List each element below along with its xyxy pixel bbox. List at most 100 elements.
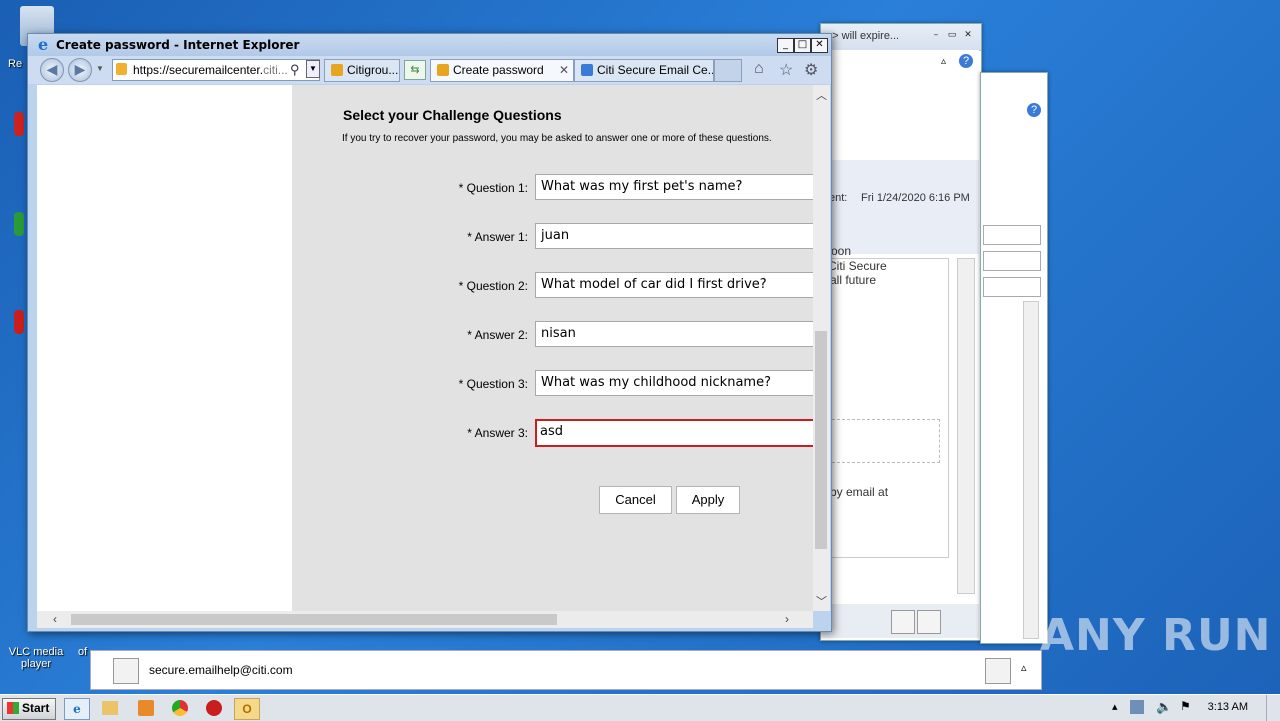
show-desktop-button[interactable] — [1266, 695, 1280, 721]
address-bar[interactable]: https://securemailcenter.citi... — [112, 59, 320, 81]
network-icon[interactable] — [1130, 700, 1144, 714]
new-tab-button[interactable] — [714, 59, 742, 82]
tab-label: Create password — [453, 63, 544, 77]
search-icon[interactable]: ⚲ — [290, 62, 300, 78]
media-player-taskbar-icon[interactable] — [138, 700, 154, 716]
tab-citi-secure[interactable]: Citi Secure Email Ce... — [574, 59, 714, 82]
address-url-dim: citi... — [263, 63, 288, 77]
ie-page-icon — [581, 64, 593, 76]
ie-taskbar-icon[interactable]: e — [64, 698, 90, 720]
contact-avatar[interactable] — [891, 610, 915, 634]
apply-button[interactable]: Apply — [676, 486, 740, 514]
body-line-1: Citi Secure — [828, 259, 887, 273]
outlook-title-snippet: m> will expire... — [823, 30, 900, 42]
opera-desktop-icon[interactable] — [14, 310, 24, 334]
win2-field[interactable] — [983, 225, 1041, 245]
taskbar-clock[interactable]: 3:13 AM — [1208, 701, 1248, 713]
scroll-thumb[interactable] — [815, 331, 827, 549]
sender-avatar — [113, 658, 139, 684]
maximize-button[interactable]: □ — [794, 38, 811, 53]
home-icon[interactable]: ⌂ — [754, 60, 764, 78]
start-button[interactable]: Start — [2, 698, 56, 720]
hscroll-thumb[interactable] — [71, 614, 557, 625]
maximize-button[interactable]: ▭ — [945, 30, 959, 42]
tab-create-password[interactable]: Create password ✕ — [430, 59, 574, 82]
expand-icon[interactable]: ▵ — [1021, 661, 1027, 674]
explorer-taskbar-icon[interactable] — [102, 701, 118, 715]
ie-titlebar: e Create password - Internet Explorer _ … — [28, 34, 831, 56]
win2-field[interactable] — [983, 277, 1041, 297]
compat-icon[interactable]: ⇆ — [404, 60, 426, 80]
action-center-icon[interactable]: ⚑ — [1180, 699, 1191, 713]
windows-logo-icon — [7, 702, 19, 714]
address-dropdown-icon[interactable]: ▼ — [306, 60, 320, 78]
desktop-extra-label: of — [78, 646, 88, 658]
message-scrollbar[interactable] — [957, 258, 975, 594]
message-body: Citi Secure all future by email at — [821, 258, 949, 558]
close-button[interactable]: ✕ — [811, 38, 828, 53]
background-outlook-window-2: ? — [980, 72, 1048, 644]
back-button[interactable]: ◀ — [40, 58, 64, 82]
volume-icon[interactable]: 🔈 — [1156, 699, 1172, 715]
people-pane-bar — [821, 604, 979, 638]
answer-3-label: * Answer 3: — [467, 426, 528, 440]
question-3-input[interactable]: What was my childhood nickname? — [535, 370, 813, 396]
answer-2-input[interactable]: nisan — [535, 321, 813, 347]
scroll-down-icon[interactable]: ﹀ — [816, 593, 827, 609]
tab-close-icon[interactable]: ✕ — [559, 60, 569, 80]
taskbar: Start e O ▴ 🔈 ⚑ 3:13 AM — [0, 694, 1280, 721]
win2-help-icon[interactable]: ? — [1027, 103, 1041, 117]
outlook-taskbar-icon[interactable]: O — [234, 698, 260, 720]
form-subtitle: If you try to recover your password, you… — [342, 133, 772, 144]
answer-1-input[interactable]: juan — [535, 223, 813, 249]
scroll-left-icon[interactable]: ‹ — [53, 612, 57, 626]
message-header: ent: Fri 1/24/2020 6:16 PM oon — [821, 160, 979, 258]
lock-icon — [116, 63, 127, 75]
tab-citigroup[interactable]: Citigrou... — [324, 59, 400, 82]
tab-label: Citigrou... — [347, 63, 399, 77]
question-1-input[interactable]: What was my first pet's name? — [535, 174, 813, 200]
win2-scrollbar[interactable] — [1023, 301, 1039, 639]
lock-icon — [331, 64, 343, 76]
ie-logo-icon: e — [38, 35, 49, 54]
watermark: ANY RUN — [1040, 610, 1272, 661]
contact-avatar-right[interactable] — [985, 658, 1011, 684]
vertical-scrollbar[interactable]: ︿ ﹀ — [813, 85, 830, 611]
tab-label: Citi Secure Email Ce... — [597, 63, 714, 77]
minimize-button[interactable]: _ — [777, 38, 794, 53]
lock-icon — [437, 64, 449, 76]
help-icon[interactable]: ? — [959, 54, 973, 68]
contact-bar: secure.emailhelp@citi.com ▵ — [90, 650, 1042, 690]
answer-1-label: * Answer 1: — [467, 230, 528, 244]
close-button[interactable]: ✕ — [961, 30, 975, 42]
body-line-2: all future — [830, 273, 877, 287]
page-content: Select your Challenge Questions If you t… — [37, 85, 813, 611]
background-outlook-window: m> will expire... – ▭ ✕ ▵ ? ent: Fri 1/2… — [820, 23, 982, 641]
scroll-right-icon[interactable]: › — [785, 612, 789, 626]
win2-field[interactable] — [983, 251, 1041, 271]
ribbon-area — [821, 50, 979, 160]
tray-expand-icon[interactable]: ▴ — [1112, 700, 1118, 713]
question-3-label: * Question 3: — [458, 377, 528, 391]
gear-icon[interactable]: ⚙ — [804, 60, 818, 80]
contact-avatar[interactable] — [917, 610, 941, 634]
question-2-input[interactable]: What model of car did I first drive? — [535, 272, 813, 298]
collapse-ribbon-icon[interactable]: ▵ — [941, 56, 946, 67]
opera-taskbar-icon[interactable] — [206, 700, 222, 716]
vlc-label: VLC media player — [8, 646, 64, 670]
minimize-button[interactable]: – — [929, 30, 943, 42]
chrome-desktop-icon[interactable] — [14, 212, 24, 236]
desktop-app-icon[interactable] — [14, 112, 24, 136]
ie-window-title: Create password - Internet Explorer — [56, 38, 300, 52]
favorites-icon[interactable]: ☆ — [779, 60, 793, 80]
cancel-button[interactable]: Cancel — [599, 486, 672, 514]
scroll-up-icon[interactable]: ︿ — [816, 87, 827, 103]
chrome-taskbar-icon[interactable] — [172, 700, 188, 716]
nav-dropdown-icon[interactable]: ▼ — [96, 64, 104, 73]
forward-button[interactable]: ▶ — [68, 58, 92, 82]
horizontal-scrollbar[interactable]: ‹ › — [37, 611, 813, 628]
answer-2-label: * Answer 2: — [467, 328, 528, 342]
sent-value: Fri 1/24/2020 6:16 PM — [861, 192, 970, 204]
answer-3-input[interactable]: asd — [535, 419, 813, 447]
sender-email[interactable]: secure.emailhelp@citi.com — [149, 663, 293, 677]
